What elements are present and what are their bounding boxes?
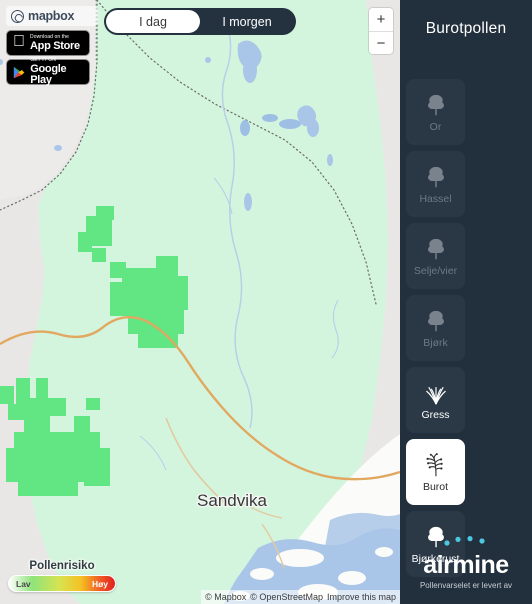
- attribution-osm[interactable]: © OpenStreetMap: [250, 592, 323, 602]
- tree-icon: [427, 166, 444, 187]
- pollen-button-label: Bjørk: [423, 336, 448, 349]
- brand-tagline: Pollenvarselet er levert av: [419, 581, 513, 590]
- mapbox-logo[interactable]: mapbox: [6, 6, 98, 26]
- pollen-button-seljevier[interactable]: Selje/vier: [406, 223, 465, 289]
- legend-gradient-bar: Lav Høy: [8, 575, 116, 592]
- map-place-label: Sandvika: [197, 491, 267, 510]
- mugwort-icon: [425, 452, 443, 476]
- zoom-in-button[interactable]: +: [369, 8, 393, 31]
- apple-icon: : [13, 34, 25, 50]
- pollen-button-label: Burot: [422, 480, 449, 493]
- legend-title: Pollenrisiko: [29, 560, 95, 572]
- pollen-button-label: Gress: [421, 408, 450, 421]
- tree-icon: [427, 310, 444, 331]
- google-play-badge-label: Google Play: [30, 63, 67, 86]
- pollen-button-label: Hassel: [419, 192, 452, 205]
- map-canvas[interactable]: Sandvika: [0, 0, 400, 604]
- map-attribution[interactable]: © Mapbox © OpenStreetMap Improve this ma…: [201, 590, 400, 604]
- attribution-mapbox[interactable]: © Mapbox: [205, 592, 246, 602]
- pollen-map-app: Sandvika mapbox  Download on the App St…: [0, 0, 532, 604]
- legend: Pollenrisiko Lav Høy: [8, 560, 116, 592]
- pollen-type-grid: Or Hassel Selje/vier Bjørk Gress Burot B…: [400, 79, 532, 577]
- google-play-icon: [13, 66, 25, 78]
- pollen-button-gress[interactable]: Gress: [406, 367, 465, 433]
- pollen-button-or[interactable]: Or: [406, 79, 465, 145]
- tab-tomorrow[interactable]: I morgen: [200, 10, 294, 33]
- zoom-controls[interactable]: + −: [369, 8, 393, 54]
- zoom-out-button[interactable]: −: [369, 31, 393, 54]
- legend-high-label: Høy: [91, 578, 108, 589]
- pollen-button-burot[interactable]: Burot: [406, 439, 465, 505]
- app-store-badge[interactable]:  Download on the App Store: [6, 30, 90, 56]
- attribution-improve-map[interactable]: Improve this map: [327, 592, 396, 602]
- page-title: Burotpollen: [425, 20, 507, 37]
- day-toggle[interactable]: I dag I morgen: [104, 8, 296, 35]
- mapbox-logo-text: mapbox: [28, 9, 75, 23]
- tree-icon: [427, 238, 444, 259]
- google-play-badge[interactable]: GET IT ON Google Play: [6, 58, 90, 86]
- app-store-badge-top: Download on the: [18, 33, 69, 40]
- airmine-dots-icon: [444, 536, 485, 546]
- pollen-button-hassel[interactable]: Hassel: [406, 151, 465, 217]
- pollen-button-bjork[interactable]: Bjørk: [406, 295, 465, 361]
- pollen-button-label: Selje/vier: [413, 264, 458, 277]
- map-panel[interactable]: Sandvika mapbox  Download on the App St…: [0, 0, 400, 604]
- grass-icon: [425, 386, 446, 404]
- brand-footer: airmine Pollenvarselet er levert av: [400, 535, 532, 590]
- pollen-button-label: Or: [429, 120, 442, 133]
- legend-low-label: Lav: [16, 578, 31, 589]
- airmine-logo-text: airmine: [423, 551, 509, 579]
- tree-icon: [427, 94, 444, 115]
- app-store-badge-label: App Store: [18, 39, 80, 52]
- mapbox-mark-icon: [11, 9, 24, 23]
- tab-today[interactable]: I dag: [106, 10, 200, 33]
- sidebar: Burotpollen Or Hassel Selje/vier Bjørk G…: [400, 0, 532, 604]
